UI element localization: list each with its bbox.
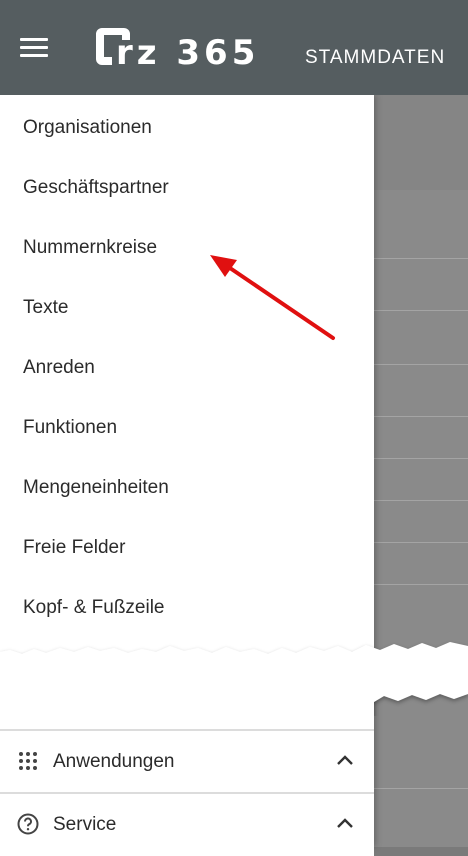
menu-item-nummernkreise[interactable]: Nummernkreise: [23, 237, 157, 259]
app-bar: rz 365 STAMMDATEN: [0, 0, 468, 95]
torn-edge-separator: [0, 642, 468, 716]
overlay-row-divider: [374, 788, 468, 789]
help-circle-icon: [17, 813, 39, 835]
chevron-up-icon[interactable]: [336, 816, 354, 830]
menu-item-kopf-fusszeile[interactable]: Kopf- & Fußzeile: [23, 597, 165, 619]
section-label: Service: [53, 814, 117, 835]
overlay-row-divider: [374, 258, 468, 259]
menu-item-texte[interactable]: Texte: [23, 297, 68, 319]
logo: rz 365: [96, 28, 259, 68]
overlay-row-divider: [374, 500, 468, 501]
chevron-up-icon[interactable]: [336, 753, 354, 767]
menu-item-funktionen[interactable]: Funktionen: [23, 417, 117, 439]
page-overlay[interactable]: [374, 95, 468, 847]
menu-item-mengeneinheiten[interactable]: Mengeneinheiten: [23, 477, 169, 499]
logo-text: rz 365: [116, 33, 259, 68]
menu-item-freie-felder[interactable]: Freie Felder: [23, 537, 125, 559]
overlay-row-divider: [374, 310, 468, 311]
menu-item-anreden[interactable]: Anreden: [23, 357, 95, 379]
module-title[interactable]: STAMMDATEN: [305, 47, 445, 69]
overlay-row-divider: [374, 542, 468, 543]
hamburger-icon[interactable]: [20, 38, 48, 58]
menu-item-geschaeftspartner[interactable]: Geschäftspartner: [23, 177, 169, 199]
section-service[interactable]: Service: [0, 792, 374, 856]
overlay-row-divider: [374, 458, 468, 459]
annotation-arrow-icon: [210, 255, 335, 340]
overlay-row-divider: [374, 416, 468, 417]
overlay-row-divider: [374, 584, 468, 585]
section-label: Anwendungen: [53, 751, 175, 772]
section-anwendungen[interactable]: Anwendungen: [0, 729, 374, 793]
apps-grid-icon: [19, 752, 37, 770]
overlay-header-band: [374, 95, 468, 190]
menu-item-organisationen[interactable]: Organisationen: [23, 117, 152, 139]
overlay-row-divider: [374, 364, 468, 365]
